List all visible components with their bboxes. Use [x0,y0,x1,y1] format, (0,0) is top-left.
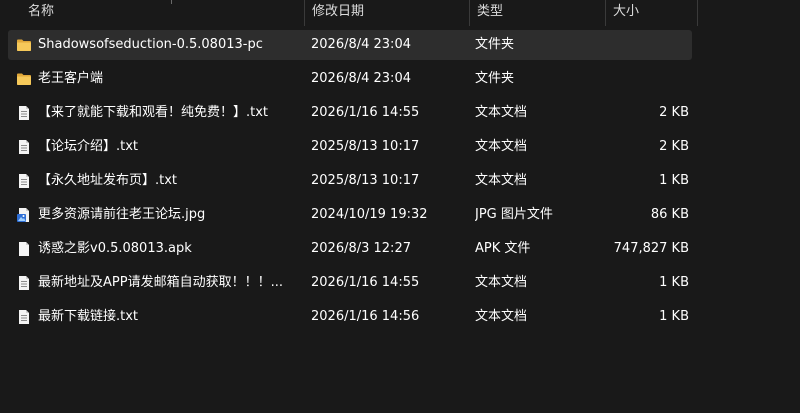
file-size [568,64,689,94]
file-row[interactable]: 最新下载链接.txt 2026/1/16 14:56 文本文档 1 KB [8,302,692,332]
file-date: 2026/8/3 12:27 [311,241,411,256]
file-name: 老王客户端 [38,71,104,86]
file-row[interactable]: 【永久地址发布页】.txt 2025/8/13 10:17 文本文档 1 KB [8,166,692,196]
text-file-icon [16,105,32,121]
file-size: 747,827 KB [613,241,689,256]
file-size: 2 KB [659,139,689,154]
file-row[interactable]: 更多资源请前往老王论坛.jpg 2024/10/19 19:32 JPG 图片文件 8… [8,200,692,230]
file-row[interactable]: 最新地址及APP请发邮箱自动获取！！！... 2026/1/16 14:55 文本文… [8,268,692,298]
file-date: 2025/8/13 10:17 [311,139,420,154]
file-name: 最新下载链接.txt [38,309,139,324]
file-date: 2025/8/13 10:17 [311,173,420,188]
folder-icon [16,37,32,53]
image-file-icon [16,207,32,223]
column-header-name[interactable]: 名称 [20,0,304,26]
file-size: 2 KB [659,105,689,120]
file-row[interactable]: 老王客户端 2026/8/4 23:04 文件夹 [8,64,692,94]
text-file-icon [16,275,32,291]
file-name: 最新地址及APP请发邮箱自动获取！！！... [38,275,283,290]
file-date: 2026/1/16 14:55 [311,275,420,290]
file-size: 1 KB [659,309,689,324]
column-divider[interactable] [697,0,698,26]
file-size: 1 KB [659,173,689,188]
file-date: 2024/10/19 19:32 [311,207,428,222]
text-file-icon [16,309,32,325]
file-name: Shadowsofseduction-0.5.08013-pc [38,37,263,52]
file-name: 【论坛介绍】.txt [38,139,139,154]
file-explorer: 名称 修改日期 类型 大小 Shadowsofseduction-0.5.080… [0,0,800,413]
file-size: 86 KB [650,207,689,222]
file-date: 2026/1/16 14:55 [311,105,420,120]
file-name: 【永久地址发布页】.txt [38,173,178,188]
column-header-bar: 名称 修改日期 类型 大小 [0,0,800,26]
file-row[interactable]: 诱惑之影v0.5.08013.apk 2026/8/3 12:27 APK 文件 74… [8,234,692,264]
file-date: 2026/8/4 23:04 [311,37,411,52]
column-header-date[interactable]: 修改日期 [304,0,469,26]
file-date: 2026/1/16 14:56 [311,309,420,324]
file-name: 诱惑之影v0.5.08013.apk [38,241,192,256]
file-row[interactable]: 【论坛介绍】.txt 2025/8/13 10:17 文本文档 2 KB [8,132,692,162]
file-date: 2026/8/4 23:04 [311,71,411,86]
text-file-icon [16,139,32,155]
text-file-icon [16,173,32,189]
file-row[interactable]: 【来了就能下载和观看！纯免费！】.txt 2026/1/16 14:55 文本文档 2… [8,98,692,128]
file-icon [16,241,32,257]
file-size [568,30,689,60]
column-header-type[interactable]: 类型 [469,0,605,26]
file-name: 更多资源请前往老王论坛.jpg [38,207,206,222]
file-name: 【来了就能下载和观看！纯免费！】.txt [38,105,269,120]
column-header-size[interactable]: 大小 [605,0,697,26]
folder-icon [16,71,32,87]
file-row[interactable]: Shadowsofseduction-0.5.08013-pc 2026/8/4 … [8,30,692,60]
file-size: 1 KB [659,275,689,290]
